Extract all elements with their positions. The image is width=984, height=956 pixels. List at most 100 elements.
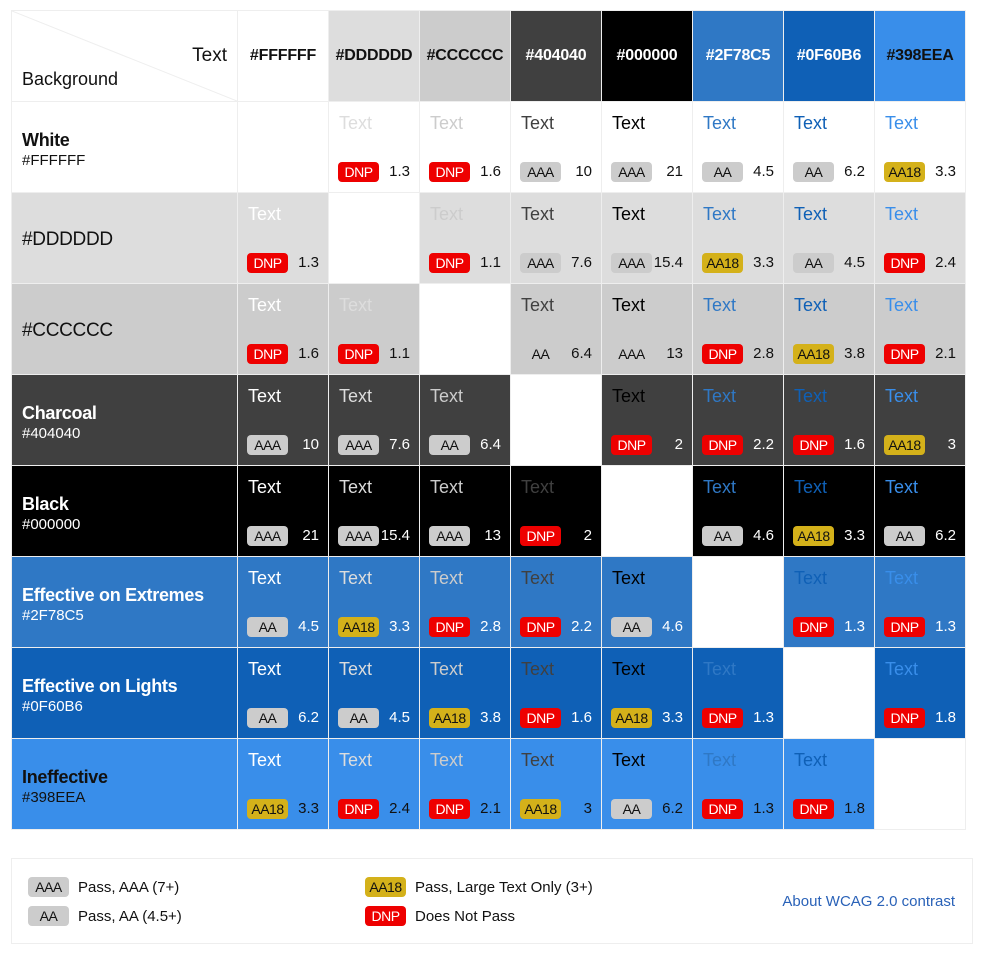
contrast-cell: Text AA 4.5 xyxy=(238,557,328,647)
sample-text: Text xyxy=(612,204,646,224)
contrast-ratio: 6.2 xyxy=(844,163,865,180)
contrast-cell: Text AA 4.5 xyxy=(329,648,419,738)
contrast-ratio: 6.2 xyxy=(298,709,319,726)
row-hex: #2F78C5 xyxy=(22,606,84,624)
legend-item-aa: AA Pass, AA (4.5+) xyxy=(28,906,182,926)
rating-badge: DNP xyxy=(338,344,379,364)
contrast-cell: Text AAA 10 xyxy=(238,375,328,465)
contrast-ratio: 3.3 xyxy=(389,618,410,635)
contrast-cell: Text DNP 1.3 xyxy=(329,102,419,192)
sample-text: Text xyxy=(612,386,646,406)
contrast-cell: Text DNP 2.2 xyxy=(693,375,783,465)
contrast-cell: Text DNP 2 xyxy=(602,375,692,465)
sample-text: Text xyxy=(794,386,828,406)
contrast-cell: Text AA 6.2 xyxy=(875,466,965,556)
contrast-cell: Text AA 6.4 xyxy=(420,375,510,465)
column-hex: #404040 xyxy=(525,47,587,64)
rating-badge: DNP xyxy=(793,617,834,637)
about-wcag-link[interactable]: About WCAG 2.0 contrast xyxy=(782,893,955,910)
column-header: #FFFFFF xyxy=(238,11,328,101)
rating-badge: DNP xyxy=(338,162,379,182)
contrast-ratio: 2.4 xyxy=(389,800,410,817)
corner-header: Text Background xyxy=(12,11,237,101)
contrast-cell: Text AA18 3.3 xyxy=(875,102,965,192)
rating-badge: AA xyxy=(793,162,834,182)
contrast-cell: Text AAA 21 xyxy=(238,466,328,556)
contrast-ratio: 3.3 xyxy=(935,163,956,180)
contrast-cell: Text DNP 1.3 xyxy=(784,557,874,647)
sample-text: Text xyxy=(703,750,737,770)
rating-badge: DNP xyxy=(247,253,288,273)
rating-badge: AAA xyxy=(611,344,652,364)
contrast-cell: Text AA18 3.8 xyxy=(420,648,510,738)
sample-text: Text xyxy=(521,477,555,497)
rating-badge: AAA xyxy=(247,526,288,546)
contrast-ratio: 2.1 xyxy=(480,800,501,817)
rating-badge: AA18 xyxy=(247,799,288,819)
sample-text: Text xyxy=(521,659,555,679)
rating-badge: DNP xyxy=(520,526,561,546)
rating-badge: DNP xyxy=(429,617,470,637)
contrast-ratio: 4.5 xyxy=(753,163,774,180)
contrast-ratio: 15.4 xyxy=(653,254,683,271)
contrast-cell: Text AAA 7.6 xyxy=(511,193,601,283)
contrast-ratio: 2 xyxy=(583,527,592,544)
empty-cell xyxy=(784,648,874,738)
contrast-cell: Text DNP 1.6 xyxy=(420,102,510,192)
contrast-cell: Text DNP 1.8 xyxy=(875,648,965,738)
contrast-ratio: 1.1 xyxy=(480,254,501,271)
rating-badge: AA xyxy=(702,162,743,182)
contrast-cell: Text AA 4.5 xyxy=(784,193,874,283)
rating-badge: AAA xyxy=(520,253,561,273)
sample-text: Text xyxy=(430,113,464,133)
sample-text: Text xyxy=(703,477,737,497)
rating-badge: AAA xyxy=(429,526,470,546)
sample-text: Text xyxy=(885,204,919,224)
rating-badge: DNP xyxy=(884,344,925,364)
contrast-cell: Text AA18 3.3 xyxy=(693,193,783,283)
rating-badge: DNP xyxy=(247,344,288,364)
contrast-cell: Text AAA 13 xyxy=(420,466,510,556)
sample-text: Text xyxy=(339,295,373,315)
contrast-cell: Text DNP 2.8 xyxy=(693,284,783,374)
empty-cell xyxy=(238,102,328,192)
column-header: #398EEA xyxy=(875,11,965,101)
sample-text: Text xyxy=(248,295,282,315)
contrast-ratio: 1.3 xyxy=(389,163,410,180)
column-header: #DDDDDD xyxy=(329,11,419,101)
sample-text: Text xyxy=(430,750,464,770)
background-axis-label: Background xyxy=(22,69,119,89)
sample-text: Text xyxy=(430,477,464,497)
legend-badge: DNP xyxy=(365,906,406,926)
rating-badge: AA xyxy=(884,526,925,546)
contrast-cell: Text DNP 1.6 xyxy=(784,375,874,465)
contrast-ratio: 7.6 xyxy=(571,254,592,271)
sample-text: Text xyxy=(794,568,828,588)
legend-item-dnp: DNP Does Not Pass xyxy=(365,906,515,926)
sample-text: Text xyxy=(794,477,828,497)
sample-text: Text xyxy=(703,659,737,679)
legend-badge: AAA xyxy=(28,877,69,897)
sample-text: Text xyxy=(612,568,646,588)
contrast-ratio: 4.5 xyxy=(298,618,319,635)
row-name: Charcoal xyxy=(22,402,97,423)
row-name: Black xyxy=(22,493,69,514)
column-hex: #398EEA xyxy=(886,47,954,64)
sample-text: Text xyxy=(248,477,282,497)
column-header: #CCCCCC xyxy=(420,11,510,101)
row-hex: #404040 xyxy=(22,424,81,442)
contrast-cell: Text AA 6.2 xyxy=(602,739,692,829)
rating-badge: AA18 xyxy=(611,708,652,728)
contrast-ratio: 4.5 xyxy=(844,254,865,271)
sample-text: Text xyxy=(794,750,828,770)
rating-badge: AAA xyxy=(611,162,652,182)
sample-text: Text xyxy=(521,750,555,770)
sample-text: Text xyxy=(339,386,373,406)
rating-badge: AA18 xyxy=(338,617,379,637)
contrast-ratio: 3 xyxy=(583,800,592,817)
rating-badge: AA18 xyxy=(520,799,561,819)
contrast-ratio: 1.3 xyxy=(298,254,319,271)
rating-badge: DNP xyxy=(338,799,379,819)
rating-badge: DNP xyxy=(884,253,925,273)
contrast-ratio: 1.3 xyxy=(753,800,774,817)
